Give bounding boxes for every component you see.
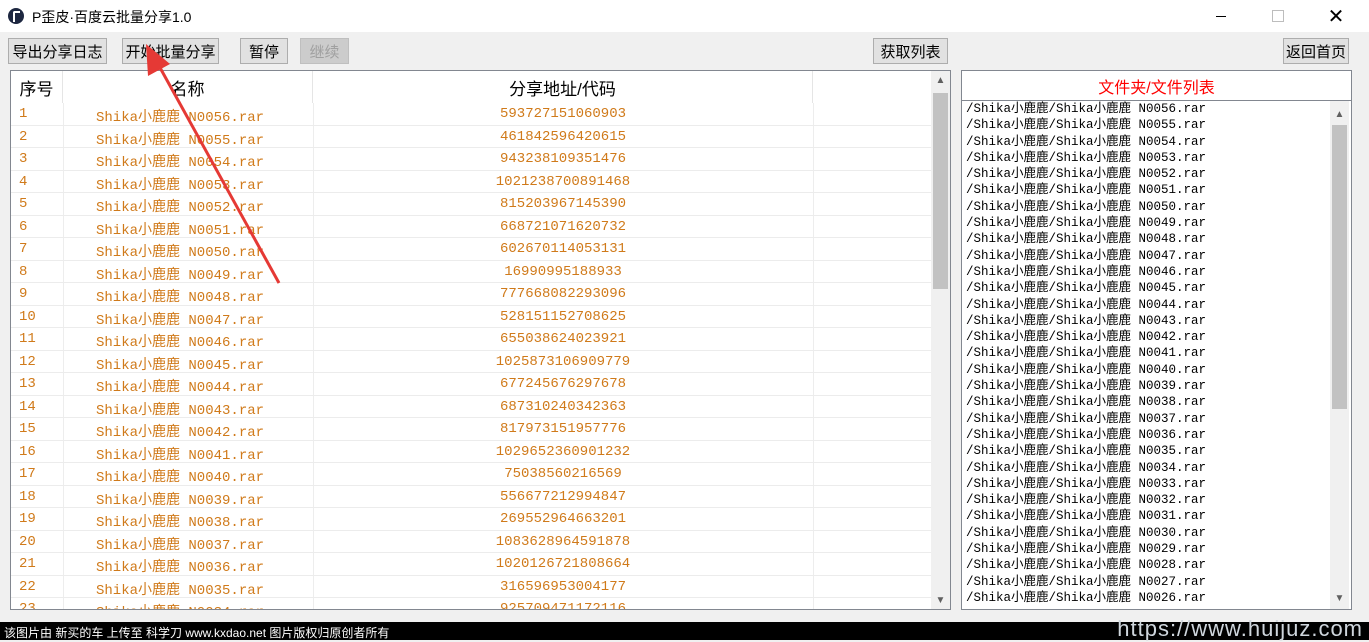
upload-credit: 该图片由 新买的车 上传至 科学刀 www.kxdao.net 图片版权归原创者…	[4, 626, 390, 640]
footer-strip: 该图片由 新买的车 上传至 科学刀 www.kxdao.net 图片版权归原创者…	[0, 616, 1369, 641]
annotation-arrow	[146, 44, 281, 284]
watermark: https://www.huijuz.com	[1117, 616, 1363, 641]
